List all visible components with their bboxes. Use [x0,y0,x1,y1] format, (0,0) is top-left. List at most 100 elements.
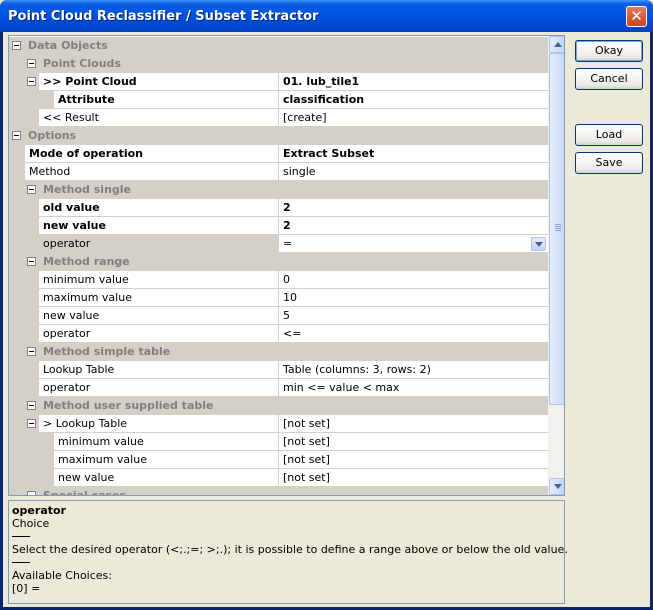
property-value[interactable]: Extract Subset [279,145,548,163]
description-panel: operator Choice Select the desired opera… [8,500,568,604]
property-row[interactable]: maximum value [not set] [9,451,548,469]
property-value[interactable]: <= [279,325,548,343]
row-gutter [9,109,39,127]
property-name: old value [39,199,279,217]
property-row[interactable]: operator min <= value < max [9,379,548,397]
property-value-dropdown[interactable]: = [279,235,548,253]
property-row[interactable]: maximum value 10 [9,289,548,307]
property-value[interactable]: [create] [279,109,548,127]
collapse-minus-icon[interactable] [27,419,36,428]
property-value[interactable]: [not set] [279,433,548,451]
property-value[interactable]: single [279,163,548,181]
property-grid-rows: Data Objects Point Clouds >> Point Cloud 01… [9,36,548,495]
vertical-scrollbar[interactable] [548,36,564,495]
load-button[interactable]: Load [575,124,643,146]
save-button[interactable]: Save [575,152,643,174]
property-value[interactable]: min <= value < max [279,379,548,397]
property-value[interactable]: [not set] [279,451,548,469]
property-name: new value [39,307,279,325]
property-row[interactable]: > Lookup Table [not set] [9,415,548,433]
row-gutter [9,271,39,289]
property-row[interactable]: Mode of operation Extract Subset [9,145,548,163]
collapse-minus-icon[interactable] [12,41,21,50]
scroll-thumb[interactable] [549,53,564,405]
category-label: Method simple table [43,345,171,358]
property-name: << Result [39,109,279,127]
collapse-minus-icon[interactable] [27,401,36,410]
property-name: >> Point Cloud [39,73,279,91]
available-choices-label: Available Choices: [12,569,112,582]
category-label: Data Objects [28,39,108,52]
property-name: maximum value [39,289,279,307]
dialog-window: Point Cloud Reclassifier / Subset Extrac… [0,0,653,610]
property-row[interactable]: Method single [9,163,548,181]
category-label: Point Clouds [43,57,121,70]
cancel-button[interactable]: Cancel [575,68,643,90]
property-row[interactable]: minimum value [not set] [9,433,548,451]
property-row[interactable]: >> Point Cloud 01. lub_tile1 [9,73,548,91]
collapse-minus-icon[interactable] [27,59,36,68]
close-button[interactable]: ✕ [626,6,647,27]
property-row[interactable]: old value 2 [9,199,548,217]
description-separator [12,562,30,563]
property-row[interactable]: Lookup Table Table (columns: 3, rows: 2) [9,361,548,379]
row-gutter [9,91,54,109]
row-gutter [9,217,39,235]
grip-line [555,226,561,227]
property-name: new value [39,217,279,235]
row-gutter [9,451,54,469]
property-name: Attribute [54,91,279,109]
dropdown-arrow-icon[interactable] [531,237,546,251]
property-name: Lookup Table [39,361,279,379]
property-value[interactable]: [not set] [279,415,548,433]
property-value[interactable]: 2 [279,199,548,217]
grip-line [555,230,561,231]
category-row[interactable]: Method single [9,181,548,199]
category-row[interactable]: Point Clouds [9,55,548,73]
scroll-up-arrow-icon[interactable] [549,36,564,53]
property-value[interactable]: 0 [279,271,548,289]
property-value[interactable]: 2 [279,217,548,235]
row-gutter [9,379,39,397]
property-row[interactable]: new value [not set] [9,469,548,487]
property-value[interactable]: Table (columns: 3, rows: 2) [279,361,548,379]
property-row[interactable]: Attribute classification [9,91,548,109]
category-row[interactable]: Data Objects [9,37,548,55]
property-grid: Data Objects Point Clouds >> Point Cloud 01… [8,35,565,496]
collapse-minus-icon[interactable] [27,347,36,356]
property-name: operator [39,235,279,253]
property-name: minimum value [39,271,279,289]
row-gutter [9,307,39,325]
okay-button[interactable]: Okay [575,40,643,62]
property-value[interactable]: 01. lub_tile1 [279,73,548,91]
category-row[interactable]: Special cases [9,487,548,496]
property-row[interactable]: new value 2 [9,217,548,235]
choice-item: [0] = [12,582,41,595]
description-separator [12,536,30,537]
row-gutter [9,145,25,163]
category-label: Special cases [43,489,127,496]
category-row[interactable]: Method simple table [9,343,548,361]
property-row[interactable]: operator = [9,235,548,253]
property-name: Mode of operation [25,145,279,163]
property-value[interactable]: [not set] [279,469,548,487]
title-bar[interactable]: Point Cloud Reclassifier / Subset Extrac… [0,0,653,32]
property-row[interactable]: new value 5 [9,307,548,325]
collapse-minus-icon[interactable] [27,257,36,266]
property-row[interactable]: << Result [create] [9,109,548,127]
collapse-minus-icon[interactable] [27,185,36,194]
property-value[interactable]: 5 [279,307,548,325]
collapse-minus-icon[interactable] [12,131,21,140]
property-row[interactable]: operator <= [9,325,548,343]
row-gutter [9,163,25,181]
property-value[interactable]: 10 [279,289,548,307]
category-row[interactable]: Method user supplied table [9,397,548,415]
category-row[interactable]: Options [9,127,548,145]
property-row[interactable]: minimum value 0 [9,271,548,289]
collapse-minus-icon[interactable] [27,77,36,86]
category-label: Options [28,129,77,142]
property-value[interactable]: classification [279,91,548,109]
collapse-minus-icon[interactable] [27,491,36,495]
category-row[interactable]: Method range [9,253,548,271]
scroll-down-arrow-icon[interactable] [549,478,564,495]
